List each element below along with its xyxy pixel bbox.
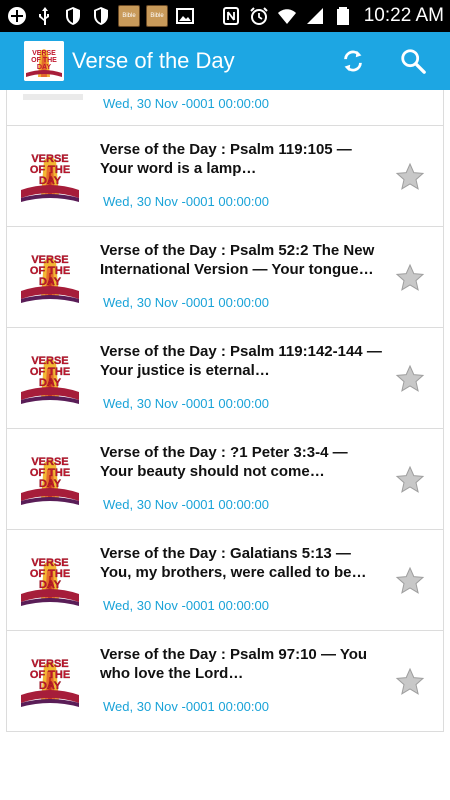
search-button[interactable] xyxy=(398,46,428,76)
favorite-star-icon[interactable] xyxy=(395,566,425,596)
verse-thumbnail xyxy=(23,94,83,100)
item-title: Verse of the Day : ?1 Peter 3:3-4 — Your… xyxy=(100,444,348,480)
status-time: 10:22 AM xyxy=(363,5,444,26)
item-date: Wed, 30 Nov -0001 00:00:00 xyxy=(103,96,269,111)
item-title: Verse of the Day : Psalm 52:2 The New In… xyxy=(100,242,375,278)
svg-text:DAY: DAY xyxy=(37,64,51,71)
bible-thumb: Bible xyxy=(118,5,140,27)
item-date: Wed, 30 Nov -0001 00:00:00 xyxy=(103,396,269,411)
verse-thumbnail: VERSE OF THE DAY xyxy=(19,550,81,608)
search-icon xyxy=(401,49,426,74)
list-item-partial[interactable]: Wed, 30 Nov -0001 00:00:00 xyxy=(6,90,444,126)
bible-thumb: Bible xyxy=(146,5,168,27)
app-bar: VERSE OF THE DAY Verse of the Day xyxy=(0,32,450,90)
status-bar-notifications: Bible Bible xyxy=(6,5,196,27)
svg-text:DAY: DAY xyxy=(39,680,62,692)
verse-thumbnail: VERSE OF THE DAY xyxy=(19,247,81,305)
status-bar: Bible Bible 10:22 AM xyxy=(0,0,450,32)
svg-text:DAY: DAY xyxy=(39,276,62,288)
image-icon xyxy=(174,5,196,27)
verse-thumbnail: VERSE OF THE DAY xyxy=(19,348,81,406)
item-date: Wed, 30 Nov -0001 00:00:00 xyxy=(103,598,269,613)
wifi-icon xyxy=(276,5,298,27)
verse-thumbnail: VERSE OF THE DAY xyxy=(19,449,81,507)
battery-icon xyxy=(332,5,354,27)
status-bar-system: 10:22 AM xyxy=(220,5,444,27)
refresh-button[interactable] xyxy=(338,46,368,76)
svg-text:OF THE: OF THE xyxy=(31,57,57,64)
app-logo: VERSE OF THE DAY xyxy=(24,41,64,81)
favorite-star-icon[interactable] xyxy=(395,364,425,394)
svg-text:DAY: DAY xyxy=(39,175,62,187)
list-item[interactable]: VERSE OF THE DAY Verse of the Day : Psal… xyxy=(6,328,444,429)
svg-text:DAY: DAY xyxy=(39,377,62,389)
list-item[interactable]: VERSE OF THE DAY Verse of the Day : Gala… xyxy=(6,530,444,631)
item-title: Verse of the Day : Psalm 119:105 — Your … xyxy=(100,141,352,177)
refresh-icon xyxy=(344,50,362,72)
verse-list[interactable]: Wed, 30 Nov -0001 00:00:00 VERSE OF THE … xyxy=(0,90,450,800)
favorite-star-icon[interactable] xyxy=(395,667,425,697)
list-item[interactable]: VERSE OF THE DAY Verse of the Day : ?1 P… xyxy=(6,429,444,530)
favorite-star-icon[interactable] xyxy=(395,263,425,293)
item-title: Verse of the Day : Psalm 97:10 — You who… xyxy=(100,646,368,682)
signal-icon xyxy=(304,5,326,27)
alarm-icon xyxy=(248,5,270,27)
item-date: Wed, 30 Nov -0001 00:00:00 xyxy=(103,699,269,714)
list-item[interactable]: VERSE OF THE DAY Verse of the Day : Psal… xyxy=(6,631,444,732)
item-title: Verse of the Day : Galatians 5:13 — You,… xyxy=(100,545,367,581)
item-date: Wed, 30 Nov -0001 00:00:00 xyxy=(103,497,269,512)
verse-thumbnail: VERSE OF THE DAY xyxy=(19,146,81,204)
shield-icon xyxy=(90,5,112,27)
item-date: Wed, 30 Nov -0001 00:00:00 xyxy=(103,295,269,310)
svg-text:DAY: DAY xyxy=(39,579,62,591)
nfc-icon xyxy=(220,5,242,27)
favorite-star-icon[interactable] xyxy=(395,465,425,495)
verse-thumbnail: VERSE OF THE DAY xyxy=(19,651,81,709)
shield-icon xyxy=(62,5,84,27)
add-icon xyxy=(6,5,28,27)
app-bar-actions xyxy=(338,46,438,76)
item-date: Wed, 30 Nov -0001 00:00:00 xyxy=(103,194,269,209)
svg-text:DAY: DAY xyxy=(39,478,62,490)
svg-text:VERSE: VERSE xyxy=(32,50,56,57)
app-title: Verse of the Day xyxy=(72,48,235,73)
usb-icon xyxy=(34,5,56,27)
favorite-star-icon[interactable] xyxy=(395,162,425,192)
list-item[interactable]: VERSE OF THE DAY Verse of the Day : Psal… xyxy=(6,126,444,227)
list-item[interactable]: VERSE OF THE DAY Verse of the Day : Psal… xyxy=(6,227,444,328)
item-title: Verse of the Day : Psalm 119:142-144 — Y… xyxy=(100,343,382,379)
